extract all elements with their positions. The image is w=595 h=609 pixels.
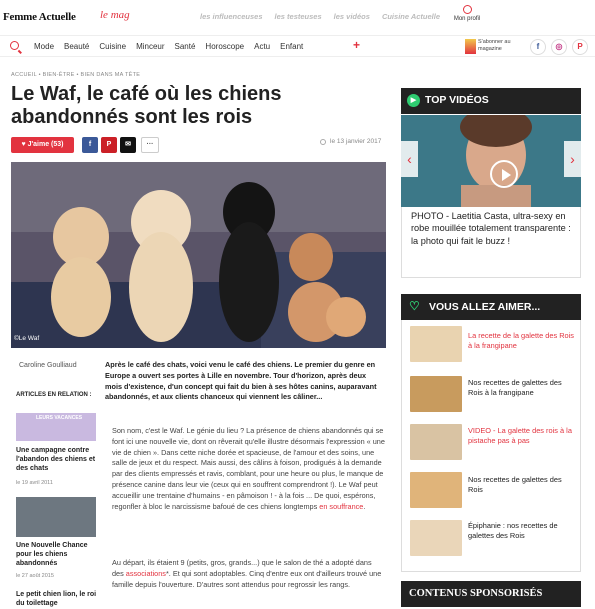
facebook-icon[interactable]: f xyxy=(530,39,546,55)
recipe-link-2[interactable]: Nos recettes de galettes des Rois à la f… xyxy=(468,378,576,397)
related-title-2[interactable]: Une Nouvelle Chance pour les chiens aban… xyxy=(16,541,101,568)
related-image-1-label: LEURS VACANCES xyxy=(36,415,83,421)
video-thumbnail[interactable] xyxy=(401,115,581,207)
dogs-photo xyxy=(11,162,386,348)
recipe-thumbnail-3[interactable] xyxy=(410,424,462,460)
author-name[interactable]: Caroline Goulliaud xyxy=(19,362,77,369)
link-en-souffrance[interactable]: en souffrance xyxy=(319,502,363,511)
page-title: Le Waf, le café où les chiens abandonnés… xyxy=(11,83,282,128)
recipe-thumbnail-4[interactable] xyxy=(410,472,462,508)
recipe-thumbnail-5[interactable] xyxy=(410,520,462,556)
nav-item-beaute[interactable]: Beauté xyxy=(64,42,89,51)
related-image-2[interactable] xyxy=(16,497,96,537)
instagram-icon[interactable]: ◎ xyxy=(551,39,567,55)
heart-icon: ♡ xyxy=(409,299,420,313)
nav-item-horoscope[interactable]: Horoscope xyxy=(205,42,244,51)
search-icon[interactable] xyxy=(10,41,19,50)
related-heading: ARTICLES EN RELATION : xyxy=(16,392,92,398)
link-associations[interactable]: associations xyxy=(126,569,166,578)
nav-item-minceur[interactable]: Minceur xyxy=(136,42,164,51)
more-share-button[interactable]: ··· xyxy=(141,137,159,153)
facebook-share-icon[interactable]: f xyxy=(82,137,98,153)
carousel-prev-icon[interactable]: ‹ xyxy=(401,141,418,177)
top-links: les influenceuses les testeuses les vidé… xyxy=(200,12,440,21)
top-link-cuisine-actuelle[interactable]: Cuisine Actuelle xyxy=(382,12,440,21)
nav-more-button[interactable]: + xyxy=(353,38,360,52)
related-image-1[interactable]: LEURS VACANCES xyxy=(16,413,96,441)
vous-allez-aimer-header: ♡ VOUS ALLEZ AIMER... xyxy=(401,294,581,320)
breadcrumb[interactable]: ACCUEIL • BIEN-ÊTRE • BIEN DANS MA TÊTE xyxy=(11,72,140,78)
nav-item-mode[interactable]: Mode xyxy=(34,42,54,51)
video-play-button[interactable] xyxy=(490,160,518,188)
pinterest-share-icon[interactable]: P xyxy=(101,137,117,153)
nav-item-actu[interactable]: Actu xyxy=(254,42,270,51)
sponsored-title: CONTENUS SPONSORISÉS xyxy=(409,588,543,599)
image-credit: ©Le Waf xyxy=(14,335,40,342)
top-link-videos[interactable]: les vidéos xyxy=(334,12,370,21)
recipe-thumbnail-1[interactable] xyxy=(410,326,462,362)
play-icon: ▶ xyxy=(407,94,420,107)
profile-label: Mon profil xyxy=(453,16,481,22)
nav-item-enfant[interactable]: Enfant xyxy=(280,42,303,51)
related-title-3[interactable]: Le petit chien lion, le roi du toilettag… xyxy=(16,590,101,608)
related-date-2: le 27 août 2015 xyxy=(16,573,54,579)
top-videos-title: TOP VIDÉOS xyxy=(425,94,489,106)
article-lead: Après le café des chats, voici venu le c… xyxy=(105,360,377,402)
site-logo[interactable]: Femme Actuelle xyxy=(3,11,76,23)
pinterest-icon[interactable]: P xyxy=(572,39,588,55)
recipe-link-1[interactable]: La recette de la galette des Rois à la f… xyxy=(468,331,576,350)
article-paragraph-1: Son nom, c'est le Waf. Le génie du lieu … xyxy=(112,426,385,511)
top-videos-header: ▶ TOP VIDÉOS xyxy=(401,88,581,114)
video-caption[interactable]: PHOTO - Laetitia Casta, ultra-sexy en ro… xyxy=(411,210,576,247)
related-title-1[interactable]: Une campagne contre l'abandon des chiens… xyxy=(16,446,101,473)
subscribe-link[interactable]: S'abonner au magazine xyxy=(478,39,518,52)
nav-item-cuisine[interactable]: Cuisine xyxy=(99,42,126,51)
publish-date: le 13 janvier 2017 xyxy=(330,138,382,145)
recipe-thumbnail-2[interactable] xyxy=(410,376,462,412)
nav-item-sante[interactable]: Santé xyxy=(175,42,196,51)
email-share-icon[interactable]: ✉ xyxy=(120,137,136,153)
carousel-next-icon[interactable]: › xyxy=(564,141,581,177)
recipe-link-5[interactable]: Épiphanie : nos recettes de galettes des… xyxy=(468,521,576,540)
sponsored-header: CONTENUS SPONSORISÉS xyxy=(401,581,581,607)
top-link-influenceuses[interactable]: les influenceuses xyxy=(200,12,263,21)
paragraph-1-text: Son nom, c'est le Waf. Le génie du lieu … xyxy=(112,426,385,511)
video-thumbnail-art xyxy=(401,115,581,207)
profile-button[interactable]: Mon profil xyxy=(452,5,482,22)
related-date-1: le 19 avril 2011 xyxy=(16,480,53,486)
like-button[interactable]: ♥ J'aime (53) xyxy=(11,137,74,153)
user-icon xyxy=(462,5,472,14)
top-link-testeuses[interactable]: les testeuses xyxy=(275,12,322,21)
main-nav: Mode Beauté Cuisine Minceur Santé Horosc… xyxy=(34,42,303,51)
clock-icon xyxy=(320,139,326,145)
lemag-logo[interactable]: le mag xyxy=(100,9,130,21)
recipe-link-4[interactable]: Nos recettes de galettes des Rois xyxy=(468,475,576,494)
recipe-link-3[interactable]: VIDEO - La galette des rois à la pistach… xyxy=(468,426,576,445)
vous-allez-aimer-title: VOUS ALLEZ AIMER... xyxy=(429,301,541,313)
article-paragraph-2: Au départ, ils étaient 9 (petits, gros, … xyxy=(112,558,385,590)
magazine-cover-icon[interactable] xyxy=(465,39,476,54)
article-hero-image xyxy=(11,162,386,348)
